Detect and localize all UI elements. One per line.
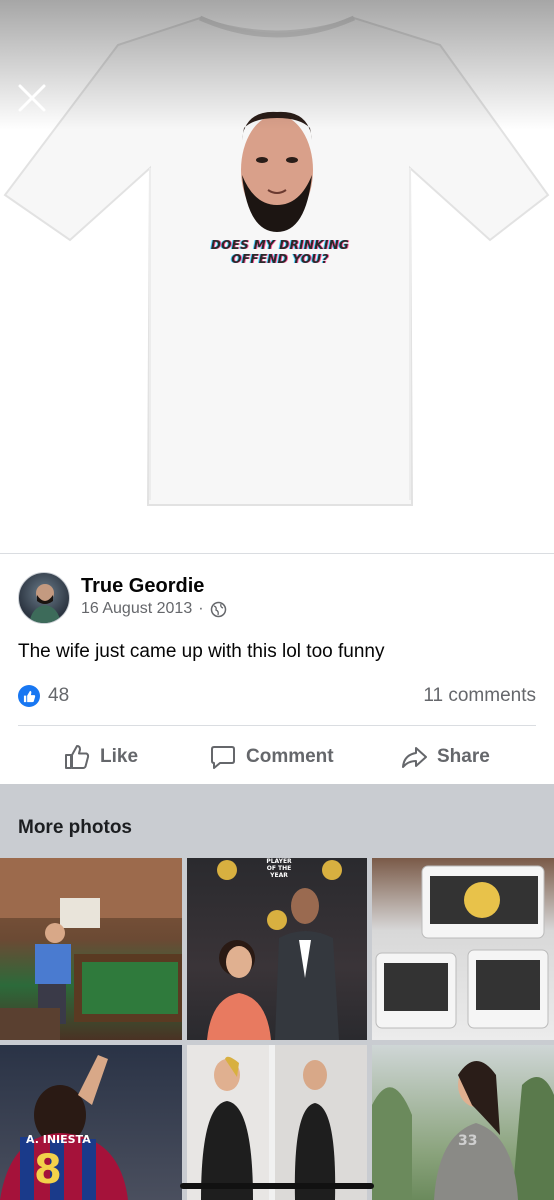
- player-number-text: 8: [34, 1147, 62, 1193]
- photo-thumbnail-award[interactable]: PLAYER OF THE YEAR: [187, 858, 367, 1040]
- like-count[interactable]: 48: [48, 685, 69, 707]
- like-reaction-badge[interactable]: [18, 685, 40, 707]
- footballer-scene: [0, 1055, 128, 1200]
- photo-viewer[interactable]: DOES MY DRINKING OFFEND YOU?: [0, 0, 554, 553]
- award-backdrop-text: PLAYER OF THE YEAR: [266, 858, 292, 879]
- close-button[interactable]: [14, 80, 50, 116]
- close-icon: [18, 84, 46, 112]
- thumbs-up-icon: [23, 690, 35, 702]
- post-author[interactable]: True Geordie: [81, 575, 204, 598]
- photo-thumbnail-woman[interactable]: 33: [372, 1045, 554, 1200]
- shirt-print-text: DOES MY DRINKING OFFEND YOU?: [210, 238, 350, 266]
- actions-divider: [18, 725, 536, 726]
- meta-separator: ·: [198, 600, 204, 617]
- share-button[interactable]: Share: [400, 740, 490, 774]
- before-after-scene: [187, 1045, 367, 1200]
- photo-thumbnail-mugs[interactable]: [372, 858, 554, 1040]
- photo-thumbnail-footballer[interactable]: A. INIESTA 8: [0, 1045, 182, 1200]
- player-name-text: A. INIESTA: [26, 1133, 91, 1146]
- woman-scene: [372, 1061, 554, 1200]
- avatar[interactable]: [18, 572, 70, 624]
- like-label: Like: [100, 746, 139, 767]
- share-arrow-icon: [402, 747, 427, 768]
- mugs-scene: [375, 865, 549, 1029]
- home-indicator[interactable]: [180, 1183, 374, 1189]
- thumbs-up-outline-icon: [65, 745, 90, 769]
- photo-thumbnail-pool[interactable]: [0, 858, 182, 1040]
- award-scene: [207, 860, 342, 1040]
- comments-count[interactable]: 11 comments: [423, 685, 536, 707]
- comment-button[interactable]: Comment: [209, 740, 334, 774]
- tshirt-photo: [3, 15, 550, 506]
- divider: [0, 553, 554, 554]
- post-date[interactable]: 16 August 2013: [81, 600, 192, 618]
- post-message: The wife just came up with this lol too …: [18, 641, 385, 662]
- share-label: Share: [437, 746, 490, 767]
- like-button[interactable]: Like: [63, 740, 138, 774]
- comment-label: Comment: [246, 746, 334, 767]
- shirt-number-text: 33: [458, 1133, 478, 1149]
- avatar-image: [29, 584, 61, 623]
- more-photos-title: More photos: [18, 817, 132, 838]
- pool-scene: [0, 858, 182, 1040]
- post-meta: 16 August 2013 ·: [81, 600, 227, 618]
- comment-bubble-icon: [211, 746, 235, 769]
- globe-icon: [210, 601, 226, 617]
- photo-thumbnail-before-after[interactable]: [187, 1045, 367, 1200]
